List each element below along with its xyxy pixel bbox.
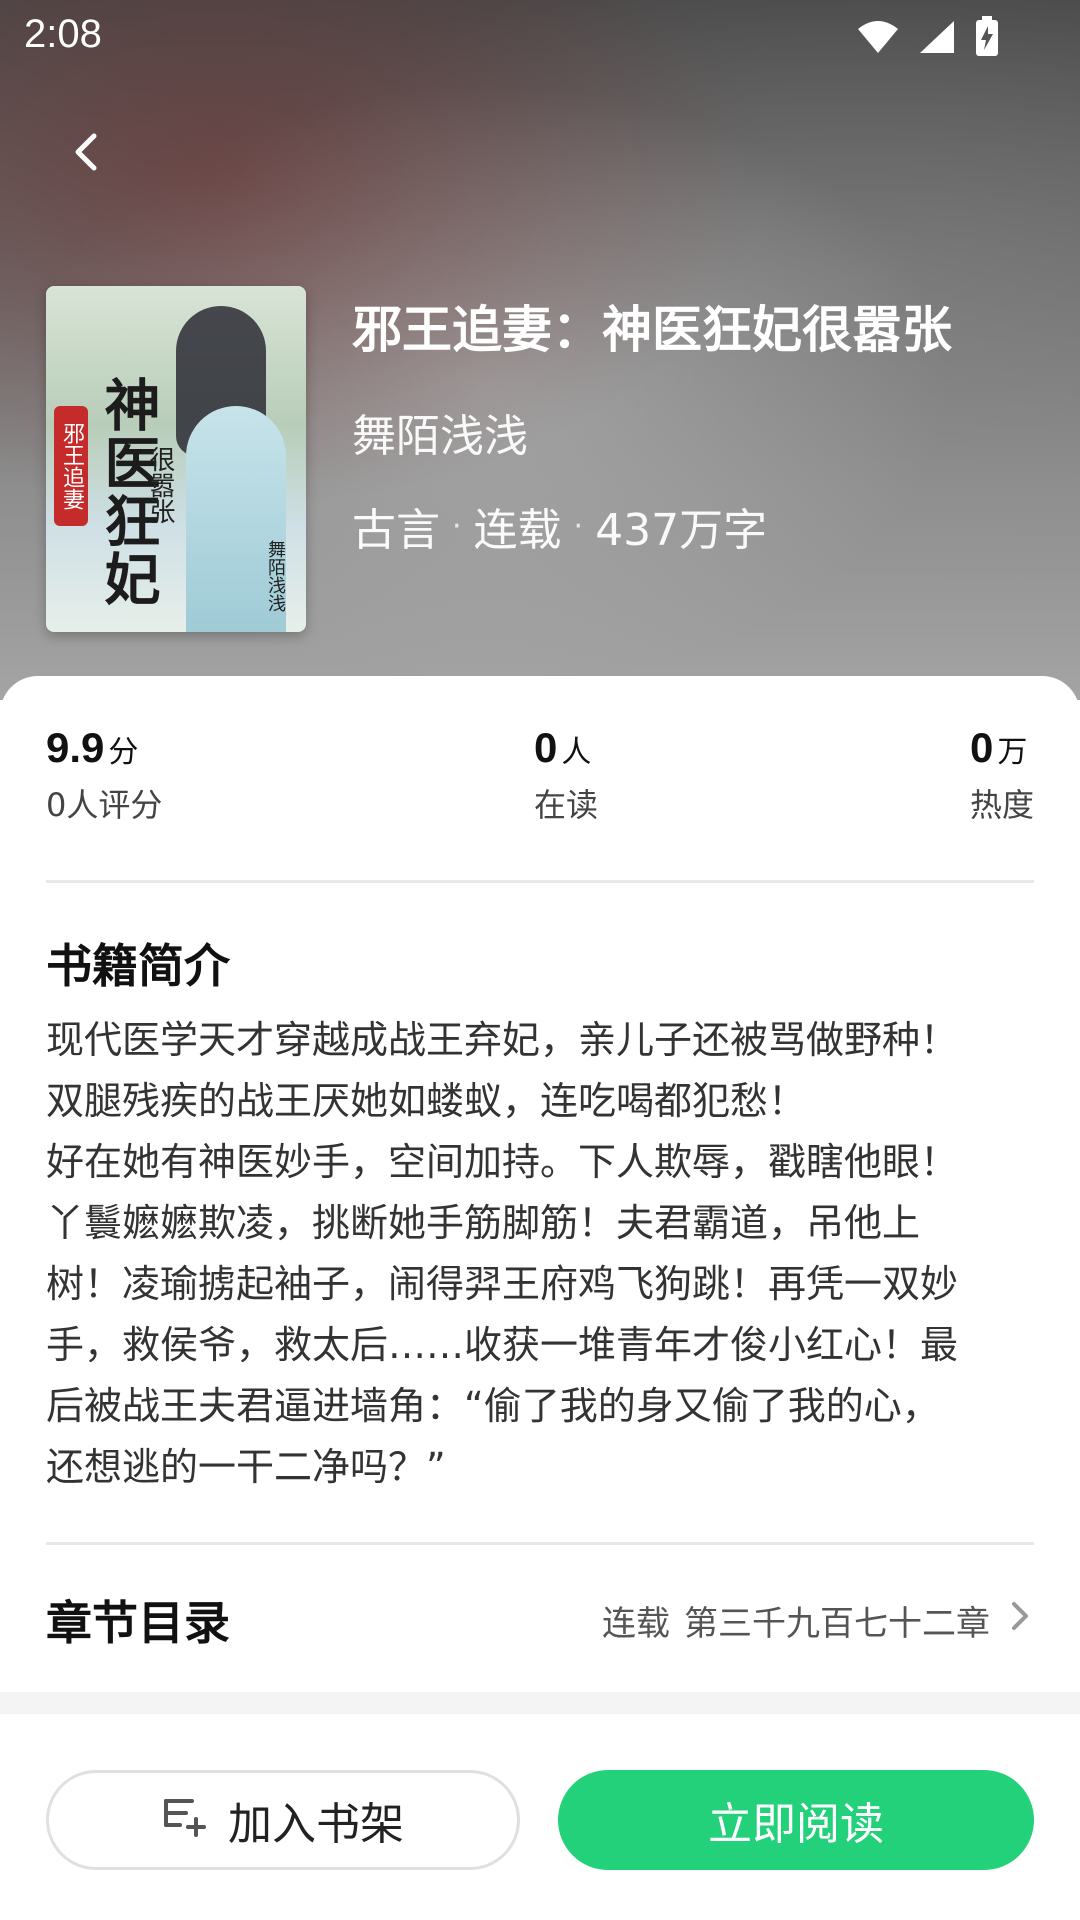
chevron-right-icon [1004, 1596, 1034, 1645]
status-time: 2:08 [24, 12, 102, 56]
meta-separator: · [573, 508, 584, 544]
book-detail-screen: 2:08 邪王追妻 神医狂妃 很嚣张 舞陌浅浅 邪王追妻：神医狂妃很嚣张 舞陌浅… [0, 0, 1080, 1920]
cover-author: 舞陌浅浅 [265, 540, 286, 612]
book-author[interactable]: 舞陌浅浅 [352, 400, 528, 464]
bottom-action-bar: 加入书架 立即阅读 [0, 1714, 1080, 1920]
stat-rating: 9.9 分 0人评分 [46, 724, 162, 826]
stat-unit: 人 [561, 735, 592, 770]
meta-separator: · [452, 508, 462, 544]
stat-value: 0 [534, 724, 558, 771]
divider [46, 880, 1034, 883]
cover-seal: 邪王追妻 [54, 406, 88, 526]
intro-title: 书籍简介 [46, 939, 230, 993]
book-cover[interactable]: 邪王追妻 神医狂妃 很嚣张 舞陌浅浅 [46, 286, 306, 632]
chevron-left-icon [72, 132, 100, 176]
stat-value: 9.9 [46, 724, 105, 771]
toc-latest-chapter: 第三千九百七十二章 [684, 1603, 990, 1644]
signal-icon [918, 19, 956, 59]
stat-label: 热度 [969, 786, 1034, 824]
book-genre: 古言 [352, 505, 440, 556]
book-title: 邪王追妻：神医狂妃很嚣张 [352, 301, 952, 359]
book-word-count: 437万字 [595, 505, 768, 556]
stat-unit: 分 [108, 735, 139, 770]
stat-label: 在读 [534, 786, 599, 824]
stat-label: 0人评分 [46, 786, 163, 824]
battery-charging-icon [974, 16, 1000, 62]
read-now-label: 立即阅读 [708, 1799, 884, 1850]
stats-row: 9.9 分 0人评分 0人 在读 0万 热度 [46, 724, 1034, 834]
toc-row[interactable]: 章节目录 连载 第三千九百七十二章 [46, 1580, 1034, 1660]
read-now-button[interactable]: 立即阅读 [558, 1770, 1034, 1870]
toc-status: 连载 [602, 1603, 670, 1644]
book-status: 连载 [473, 505, 562, 556]
intro-text: 现代医学天才穿越成战王弃妃，亲儿子还被骂做野种！ 双腿残疾的战王厌她如蝼蚁，连吃… [46, 1018, 959, 1489]
section-gap [0, 1692, 1080, 1714]
wifi-icon [856, 19, 900, 59]
divider [46, 1542, 1034, 1545]
back-button[interactable] [56, 124, 116, 184]
toc-title: 章节目录 [46, 1596, 230, 1650]
add-to-shelf-button[interactable]: 加入书架 [46, 1770, 520, 1870]
stat-readers: 0人 在读 [534, 724, 598, 826]
add-to-shelf-label: 加入书架 [228, 1799, 404, 1850]
stat-unit: 万 [997, 735, 1028, 770]
toc-info: 连载 第三千九百七十二章 [602, 1596, 1034, 1645]
status-icons [856, 16, 1000, 62]
status-bar: 2:08 [0, 0, 1080, 72]
stat-popularity: 0万 热度 [970, 724, 1034, 826]
cover-subtitle: 很嚣张 [145, 446, 175, 524]
add-to-shelf-icon [162, 1793, 210, 1848]
stat-value: 0 [969, 724, 994, 771]
book-meta: 古言 · 连载 · 437万字 [352, 494, 767, 558]
